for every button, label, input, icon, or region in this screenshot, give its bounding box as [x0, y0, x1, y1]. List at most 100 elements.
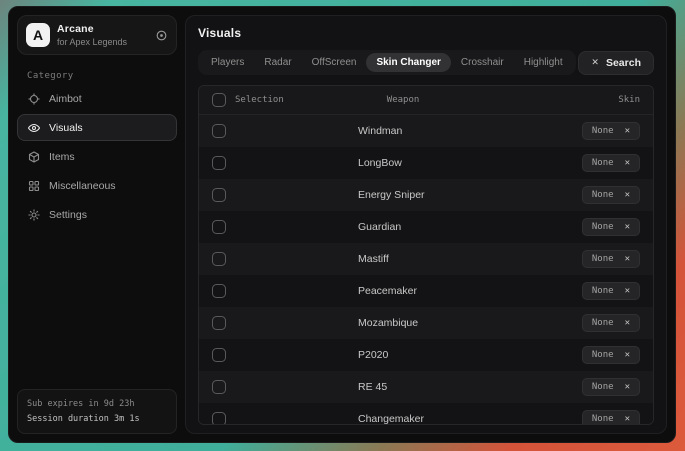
skin-table: Selection Weapon Skin Windman None ✕ Long… — [198, 85, 654, 425]
skin-value: None — [592, 350, 614, 360]
box-icon — [28, 151, 40, 163]
tab-offscreen[interactable]: OffScreen — [302, 53, 367, 72]
remove-skin-icon[interactable]: ✕ — [625, 318, 630, 328]
table-row: Windman None ✕ — [199, 115, 653, 147]
row-checkbox[interactable] — [212, 156, 226, 170]
table-row: Energy Sniper None ✕ — [199, 179, 653, 211]
remove-skin-icon[interactable]: ✕ — [625, 350, 630, 360]
tab-players[interactable]: Players — [201, 53, 254, 72]
sidebar-item-visuals[interactable]: Visuals — [17, 114, 177, 141]
remove-skin-icon[interactable]: ✕ — [625, 126, 630, 136]
row-checkbox[interactable] — [212, 412, 226, 425]
sidebar-item-settings[interactable]: Settings — [17, 201, 177, 228]
sidebar: A Arcane for Apex Legends Category Aimbo… — [17, 15, 177, 434]
weapon-name: Energy Sniper — [358, 189, 582, 201]
weapon-name: Windman — [358, 125, 582, 137]
sidebar-item-aimbot[interactable]: Aimbot — [17, 85, 177, 112]
row-checkbox[interactable] — [212, 220, 226, 234]
row-checkbox[interactable] — [212, 284, 226, 298]
search-button-label: Search — [606, 57, 641, 69]
skin-chip[interactable]: None ✕ — [582, 250, 640, 268]
weapon-name: P2020 — [358, 349, 582, 361]
sidebar-item-label: Items — [49, 151, 75, 163]
skin-chip[interactable]: None ✕ — [582, 186, 640, 204]
main-panel: Visuals Players Radar OffScreen Skin Cha… — [185, 15, 667, 434]
table-row: RE 45 None ✕ — [199, 371, 653, 403]
session-info-card: Sub expires in 9d 23h Session duration 3… — [17, 389, 177, 434]
row-checkbox[interactable] — [212, 252, 226, 266]
skin-chip[interactable]: None ✕ — [582, 122, 640, 140]
skin-chip[interactable]: None ✕ — [582, 378, 640, 396]
skin-chip[interactable]: None✕ — [582, 218, 640, 236]
remove-skin-icon[interactable]: ✕ — [625, 190, 630, 200]
profile-card: A Arcane for Apex Legends — [17, 15, 177, 55]
remove-skin-icon[interactable]: ✕ — [625, 254, 630, 264]
skin-value: None — [592, 318, 614, 328]
table-row: Mastiff None ✕ — [199, 243, 653, 275]
weapon-name: Mastiff — [358, 253, 582, 265]
header-weapon: Weapon — [387, 95, 619, 105]
search-button[interactable]: ✕ Search — [578, 51, 654, 75]
tab-bar: Players Radar OffScreen Skin Changer Cro… — [198, 50, 576, 75]
table-row: LongBow None ✕ — [199, 147, 653, 179]
weapon-name: Mozambique — [358, 317, 582, 329]
sidebar-item-label: Aimbot — [49, 93, 82, 105]
category-label: Category — [27, 71, 177, 81]
sub-expiry-text: Sub expires in 9d 23h — [27, 397, 167, 411]
tab-radar[interactable]: Radar — [254, 53, 301, 72]
skin-chip[interactable]: None ✕ — [582, 314, 640, 332]
app-subtitle: for Apex Legends — [57, 37, 148, 47]
table-row: P2020 None ✕ — [199, 339, 653, 371]
remove-skin-icon[interactable]: ✕ — [625, 222, 630, 232]
skin-chip[interactable]: None ✕ — [582, 154, 640, 172]
app-window: A Arcane for Apex Legends Category Aimbo… — [8, 6, 676, 443]
weapon-name: Guardian — [358, 221, 582, 233]
app-logo: A — [26, 23, 50, 47]
skin-value: None — [592, 126, 614, 136]
skin-chip[interactable]: None✕ — [582, 410, 640, 425]
target-icon[interactable] — [155, 29, 168, 42]
skin-value: None — [592, 190, 614, 200]
tab-crosshair[interactable]: Crosshair — [451, 53, 514, 72]
row-checkbox[interactable] — [212, 316, 226, 330]
row-checkbox[interactable] — [212, 380, 226, 394]
skin-chip[interactable]: None ✕ — [582, 346, 640, 364]
select-all-checkbox[interactable] — [212, 93, 226, 107]
table-header-row: Selection Weapon Skin — [199, 86, 653, 115]
remove-skin-icon[interactable]: ✕ — [625, 382, 630, 392]
row-checkbox[interactable] — [212, 188, 226, 202]
header-skin: Skin — [618, 95, 640, 105]
sidebar-item-miscellaneous[interactable]: Miscellaneous — [17, 172, 177, 199]
sidebar-item-label: Miscellaneous — [49, 180, 116, 192]
table-row: Guardian None✕ — [199, 211, 653, 243]
app-title: Arcane — [57, 23, 148, 35]
table-row: Changemaker None✕ — [199, 403, 653, 425]
weapon-name: Changemaker — [358, 413, 582, 425]
sidebar-item-label: Visuals — [49, 122, 83, 134]
header-selection: Selection — [235, 95, 284, 105]
gear-icon — [28, 209, 40, 221]
sidebar-item-label: Settings — [49, 209, 87, 221]
tab-skin-changer[interactable]: Skin Changer — [366, 53, 450, 72]
toolbar: Players Radar OffScreen Skin Changer Cro… — [198, 50, 654, 75]
remove-skin-icon[interactable]: ✕ — [625, 158, 630, 168]
skin-value: None — [592, 382, 614, 392]
sidebar-nav: Aimbot Visuals Items — [17, 85, 177, 228]
sidebar-item-items[interactable]: Items — [17, 143, 177, 170]
weapon-name: RE 45 — [358, 381, 582, 393]
weapon-name: LongBow — [358, 157, 582, 169]
crosshair-icon — [28, 93, 40, 105]
row-checkbox[interactable] — [212, 348, 226, 362]
skin-value: None — [592, 158, 614, 168]
weapon-name: Peacemaker — [358, 285, 582, 297]
row-checkbox[interactable] — [212, 124, 226, 138]
skin-chip[interactable]: None ✕ — [582, 282, 640, 300]
table-row: Peacemaker None ✕ — [199, 275, 653, 307]
tab-highlight[interactable]: Highlight — [514, 53, 573, 72]
page-title: Visuals — [198, 26, 654, 40]
skin-value: None — [592, 286, 614, 296]
remove-skin-icon[interactable]: ✕ — [625, 286, 630, 296]
remove-skin-icon[interactable]: ✕ — [625, 414, 630, 424]
skin-value: None — [592, 254, 614, 264]
session-duration-text: Session duration 3m 1s — [27, 412, 167, 426]
